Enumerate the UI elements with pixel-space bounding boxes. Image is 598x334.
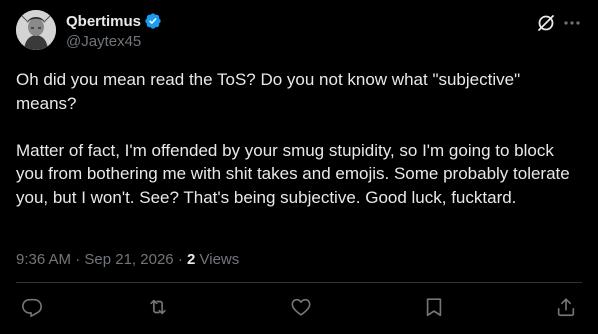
more-options-icon[interactable] (562, 13, 582, 33)
heart-icon[interactable] (290, 296, 312, 318)
tweet: Qbertimus @Jaytex45 Oh did you mean read… (0, 0, 598, 334)
handle[interactable]: @Jaytex45 (66, 33, 162, 50)
tweet-text: Oh did you mean read the ToS? Do you not… (16, 68, 582, 209)
meta-separator: · (177, 251, 183, 268)
display-name[interactable]: Qbertimus (66, 13, 141, 30)
verified-badge-icon (144, 12, 162, 30)
meta-separator: · (75, 251, 81, 268)
grok-icon[interactable] (536, 13, 556, 33)
tweet-paragraph: Oh did you mean read the ToS? Do you not… (16, 70, 521, 113)
divider (16, 282, 582, 283)
tweet-date[interactable]: Sep 21, 2026 (84, 251, 173, 268)
action-bar (0, 296, 598, 324)
avatar-image (16, 10, 56, 50)
author-info: Qbertimus @Jaytex45 (66, 11, 162, 50)
reply-icon[interactable] (21, 296, 43, 318)
views-label: Views (199, 251, 240, 268)
views-count: 2 (186, 251, 196, 268)
share-icon[interactable] (555, 296, 577, 318)
tweet-meta: 9:36 AM · Sep 21, 2026 · 2 Views (16, 251, 239, 268)
tweet-paragraph: Matter of fact, I'm offended by your smu… (16, 140, 570, 207)
avatar[interactable] (16, 10, 56, 50)
retweet-icon[interactable] (147, 296, 169, 318)
tweet-time[interactable]: 9:36 AM (16, 251, 71, 268)
bookmark-icon[interactable] (423, 296, 445, 318)
